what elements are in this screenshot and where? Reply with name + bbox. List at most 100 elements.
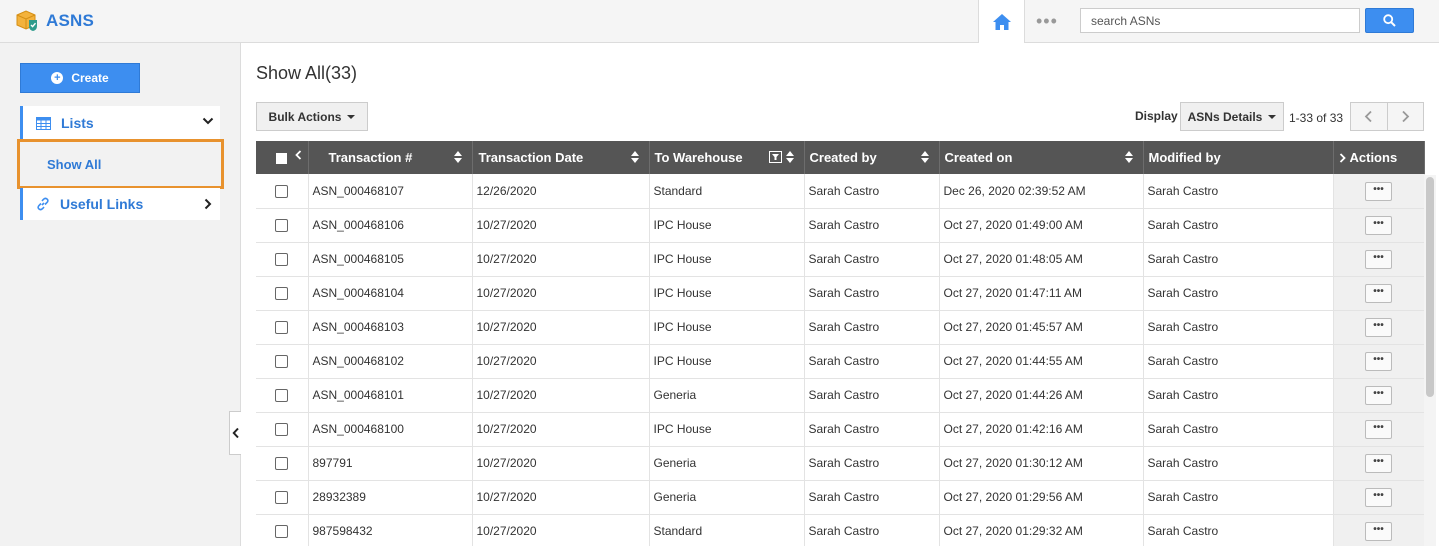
bulk-actions-label: Bulk Actions <box>268 109 342 124</box>
row-checkbox[interactable] <box>275 525 289 539</box>
column-header-actions[interactable]: Actions <box>1333 141 1425 174</box>
sidebar-item-show-all[interactable]: Show All <box>17 139 224 189</box>
sort-icon[interactable] <box>785 151 794 163</box>
table-body: ASN_000468107 12/26/2020 Standard Sarah Cas… <box>256 174 1425 546</box>
filter-icon[interactable] <box>768 151 782 163</box>
row-actions-button[interactable]: ••• <box>1365 352 1392 371</box>
column-label: Transaction Date <box>478 150 584 165</box>
cell-transaction-date: 10/27/2020 <box>472 310 650 345</box>
prev-page-button[interactable] <box>1351 103 1387 130</box>
cell-modified-by: Sarah Castro <box>1143 446 1334 481</box>
row-checkbox[interactable] <box>275 389 289 403</box>
cell-to-warehouse: Standard <box>649 174 805 209</box>
cell-created-by: Sarah Castro <box>804 412 940 447</box>
cell-modified-by: Sarah Castro <box>1143 378 1334 413</box>
table-row[interactable]: 897791 10/27/2020 Generia Sarah Castro Oct 2… <box>256 446 1425 481</box>
display-select[interactable]: ASNs Details <box>1180 102 1284 131</box>
table-row[interactable]: ASN_000468107 12/26/2020 Standard Sarah Cas… <box>256 174 1425 209</box>
table-row[interactable]: ASN_000468101 10/27/2020 Generia Sarah Cast… <box>256 378 1425 413</box>
sort-icon[interactable] <box>1124 151 1133 163</box>
row-actions-button[interactable]: ••• <box>1365 454 1392 473</box>
cell-transaction-number: ASN_000468106 <box>308 208 473 243</box>
create-button[interactable]: + Create <box>20 63 140 93</box>
cell-transaction-number: 897791 <box>308 446 473 481</box>
row-actions-button[interactable]: ••• <box>1365 420 1392 439</box>
table-row[interactable]: ASN_000468103 10/27/2020 IPC House Sarah Ca… <box>256 310 1425 345</box>
select-all-checkbox[interactable] <box>276 153 287 165</box>
row-actions-button[interactable]: ••• <box>1365 181 1392 201</box>
row-actions-button[interactable]: ••• <box>1365 318 1392 337</box>
column-header-transaction-date[interactable]: Transaction Date <box>472 141 650 174</box>
cell-transaction-date: 10/27/2020 <box>472 344 650 379</box>
search-input[interactable] <box>1080 8 1360 33</box>
row-actions-button[interactable]: ••• <box>1365 250 1392 269</box>
cell-transaction-number: 28932389 <box>308 480 473 515</box>
chevron-left-icon[interactable] <box>295 150 302 160</box>
scrollbar-thumb[interactable] <box>1426 177 1434 397</box>
row-checkbox[interactable] <box>275 287 289 301</box>
sidebar-item-lists[interactable]: Lists <box>20 106 220 140</box>
cell-transaction-number: ASN_000468103 <box>308 310 473 345</box>
next-page-button[interactable] <box>1386 103 1424 130</box>
cell-modified-by: Sarah Castro <box>1143 514 1334 546</box>
cell-transaction-number: ASN_000468105 <box>308 242 473 277</box>
cell-created-by: Sarah Castro <box>804 276 940 311</box>
chevron-right-icon[interactable] <box>1339 153 1346 163</box>
link-icon <box>37 197 49 211</box>
select-all-header[interactable] <box>256 141 309 174</box>
row-actions-cell: ••• <box>1333 378 1425 413</box>
sidebar-item-label: Useful Links <box>60 196 144 212</box>
row-checkbox[interactable] <box>275 253 289 267</box>
sort-icon[interactable] <box>453 151 462 163</box>
row-actions-cell: ••• <box>1333 208 1425 243</box>
table-scrollbar[interactable] <box>1424 175 1436 546</box>
row-checkbox[interactable] <box>275 423 289 437</box>
column-header-transaction-number[interactable]: Transaction # <box>308 141 473 174</box>
row-checkbox[interactable] <box>275 491 289 505</box>
chevron-right-icon <box>204 198 212 210</box>
row-actions-cell: ••• <box>1333 446 1425 481</box>
sort-icon[interactable] <box>920 151 929 163</box>
cell-created-by: Sarah Castro <box>804 378 940 413</box>
cell-to-warehouse: IPC House <box>649 242 805 277</box>
row-actions-button[interactable]: ••• <box>1365 284 1392 303</box>
cell-transaction-date: 10/27/2020 <box>472 446 650 481</box>
row-checkbox[interactable] <box>275 184 289 198</box>
home-button[interactable] <box>978 0 1025 43</box>
search-icon <box>1383 14 1396 27</box>
cell-created-on: Oct 27, 2020 01:48:05 AM <box>939 242 1144 277</box>
table-row[interactable]: 987598432 10/27/2020 Standard Sarah Castro O… <box>256 514 1425 546</box>
row-checkbox-cell <box>256 412 309 447</box>
row-checkbox[interactable] <box>275 355 289 369</box>
row-actions-button[interactable]: ••• <box>1365 522 1392 541</box>
sidebar-collapse-toggle[interactable] <box>229 411 241 455</box>
table-row[interactable]: ASN_000468105 10/27/2020 IPC House Sarah Ca… <box>256 242 1425 277</box>
row-actions-button[interactable]: ••• <box>1365 488 1392 507</box>
create-label: Create <box>71 71 109 85</box>
more-options-icon[interactable]: ••• <box>1036 12 1058 30</box>
bulk-actions-button[interactable]: Bulk Actions <box>256 102 368 131</box>
cell-created-by: Sarah Castro <box>804 242 940 277</box>
table-row[interactable]: 28932389 10/27/2020 Generia Sarah Castro Oct… <box>256 480 1425 515</box>
row-actions-button[interactable]: ••• <box>1365 216 1392 235</box>
table-row[interactable]: ASN_000468106 10/27/2020 IPC House Sarah Ca… <box>256 208 1425 243</box>
table-row[interactable]: ASN_000468100 10/27/2020 IPC House Sarah Ca… <box>256 412 1425 447</box>
column-header-created-by[interactable]: Created by <box>804 141 940 174</box>
sort-icon[interactable] <box>630 151 639 163</box>
app-brand[interactable]: ASNS <box>14 8 94 34</box>
column-label: To Warehouse <box>654 150 743 165</box>
chevron-down-icon <box>202 117 214 125</box>
table-row[interactable]: ASN_000468102 10/27/2020 IPC House Sarah Ca… <box>256 344 1425 379</box>
cell-transaction-number: ASN_000468100 <box>308 412 473 447</box>
column-header-modified-by[interactable]: Modified by <box>1143 141 1334 174</box>
row-checkbox[interactable] <box>275 219 289 233</box>
search-button[interactable] <box>1365 8 1414 33</box>
sidebar-item-useful-links[interactable]: Useful Links <box>20 188 220 220</box>
column-header-to-warehouse[interactable]: To Warehouse <box>649 141 805 174</box>
row-actions-button[interactable]: ••• <box>1365 386 1392 405</box>
row-checkbox[interactable] <box>275 321 289 335</box>
table-row[interactable]: ASN_000468104 10/27/2020 IPC House Sarah Ca… <box>256 276 1425 311</box>
cell-modified-by: Sarah Castro <box>1143 242 1334 277</box>
row-checkbox[interactable] <box>275 457 289 471</box>
column-header-created-on[interactable]: Created on <box>939 141 1144 174</box>
